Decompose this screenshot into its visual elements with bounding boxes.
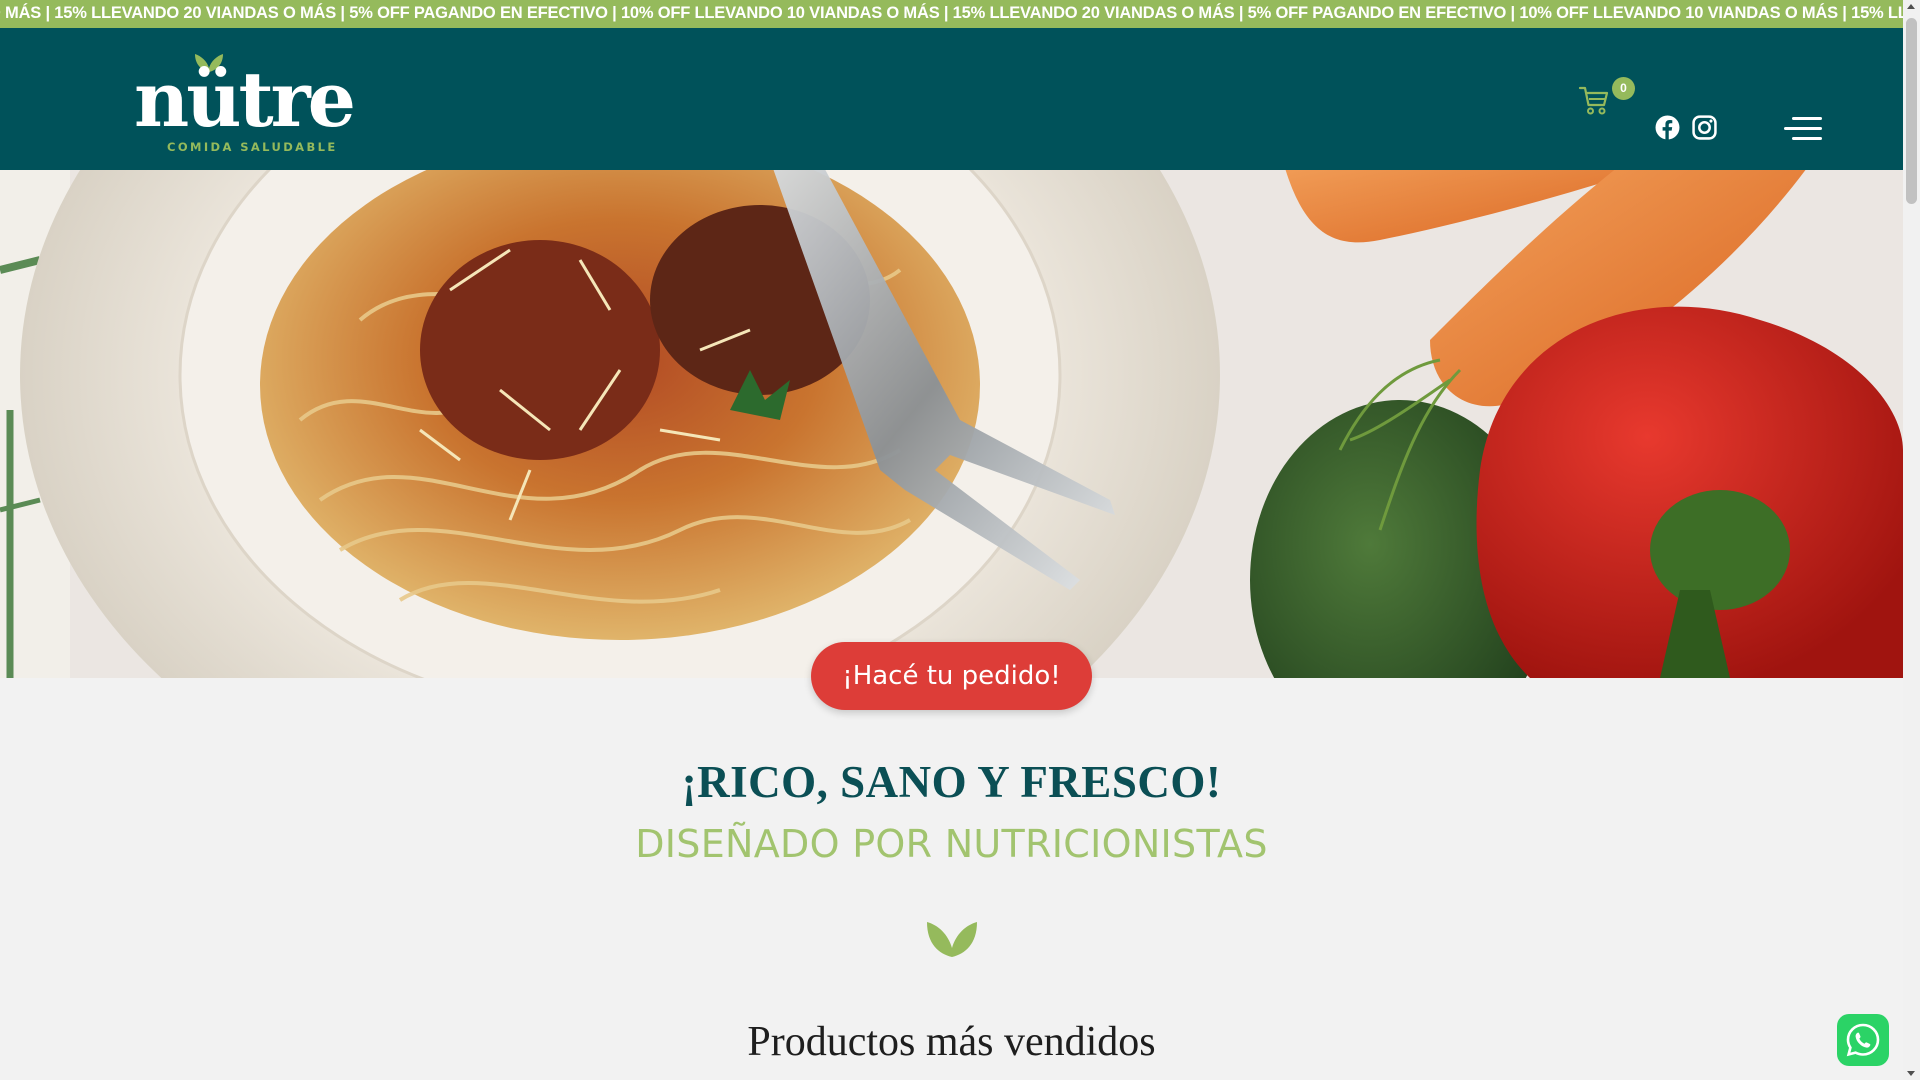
cart-icon [1578, 86, 1609, 115]
scrollbar-thumb[interactable] [1906, 18, 1917, 204]
page-scrollbar[interactable] [1903, 0, 1920, 1080]
order-now-button[interactable]: ¡Hacé tu pedido! [811, 642, 1092, 710]
promo-ticker: O MÁS | 15% LLEVANDO 20 VIANDAS O MÁS | … [0, 0, 1903, 28]
logo-tagline: COMIDA SALUDABLE [167, 140, 338, 154]
sub-headline: DISEÑADO POR NUTRICIONISTAS [635, 822, 1268, 866]
scroll-up-icon[interactable] [1907, 4, 1915, 9]
leaf-icon [927, 922, 977, 957]
best-sellers-title: Productos más vendidos [747, 1019, 1156, 1065]
hero-food-illustration [0, 170, 1903, 678]
menu-icon-bar-bottom [1792, 137, 1822, 140]
cart-button[interactable]: 0 [1578, 77, 1638, 134]
hero-image [0, 170, 1903, 678]
site-header: nütre COMIDA SALUDABLE 0 [0, 28, 1903, 170]
whatsapp-button[interactable] [1837, 1014, 1889, 1066]
facebook-icon[interactable] [1655, 115, 1680, 140]
menu-button[interactable] [1784, 117, 1822, 141]
menu-icon-bar-top [1792, 117, 1822, 120]
menu-icon-bar-middle [1784, 127, 1822, 130]
cart-count-badge: 0 [1612, 77, 1635, 100]
site-logo[interactable]: nütre COMIDA SALUDABLE [134, 48, 364, 158]
instagram-icon[interactable] [1692, 115, 1717, 140]
promo-ticker-text: O MÁS | 15% LLEVANDO 20 VIANDAS O MÁS | … [0, 4, 1903, 22]
scroll-down-icon[interactable] [1907, 1071, 1915, 1076]
logo-wordmark: nütre [134, 55, 356, 144]
whatsapp-icon [1846, 1023, 1880, 1057]
main-headline: ¡RICO, SANO Y FRESCO! [681, 757, 1222, 807]
